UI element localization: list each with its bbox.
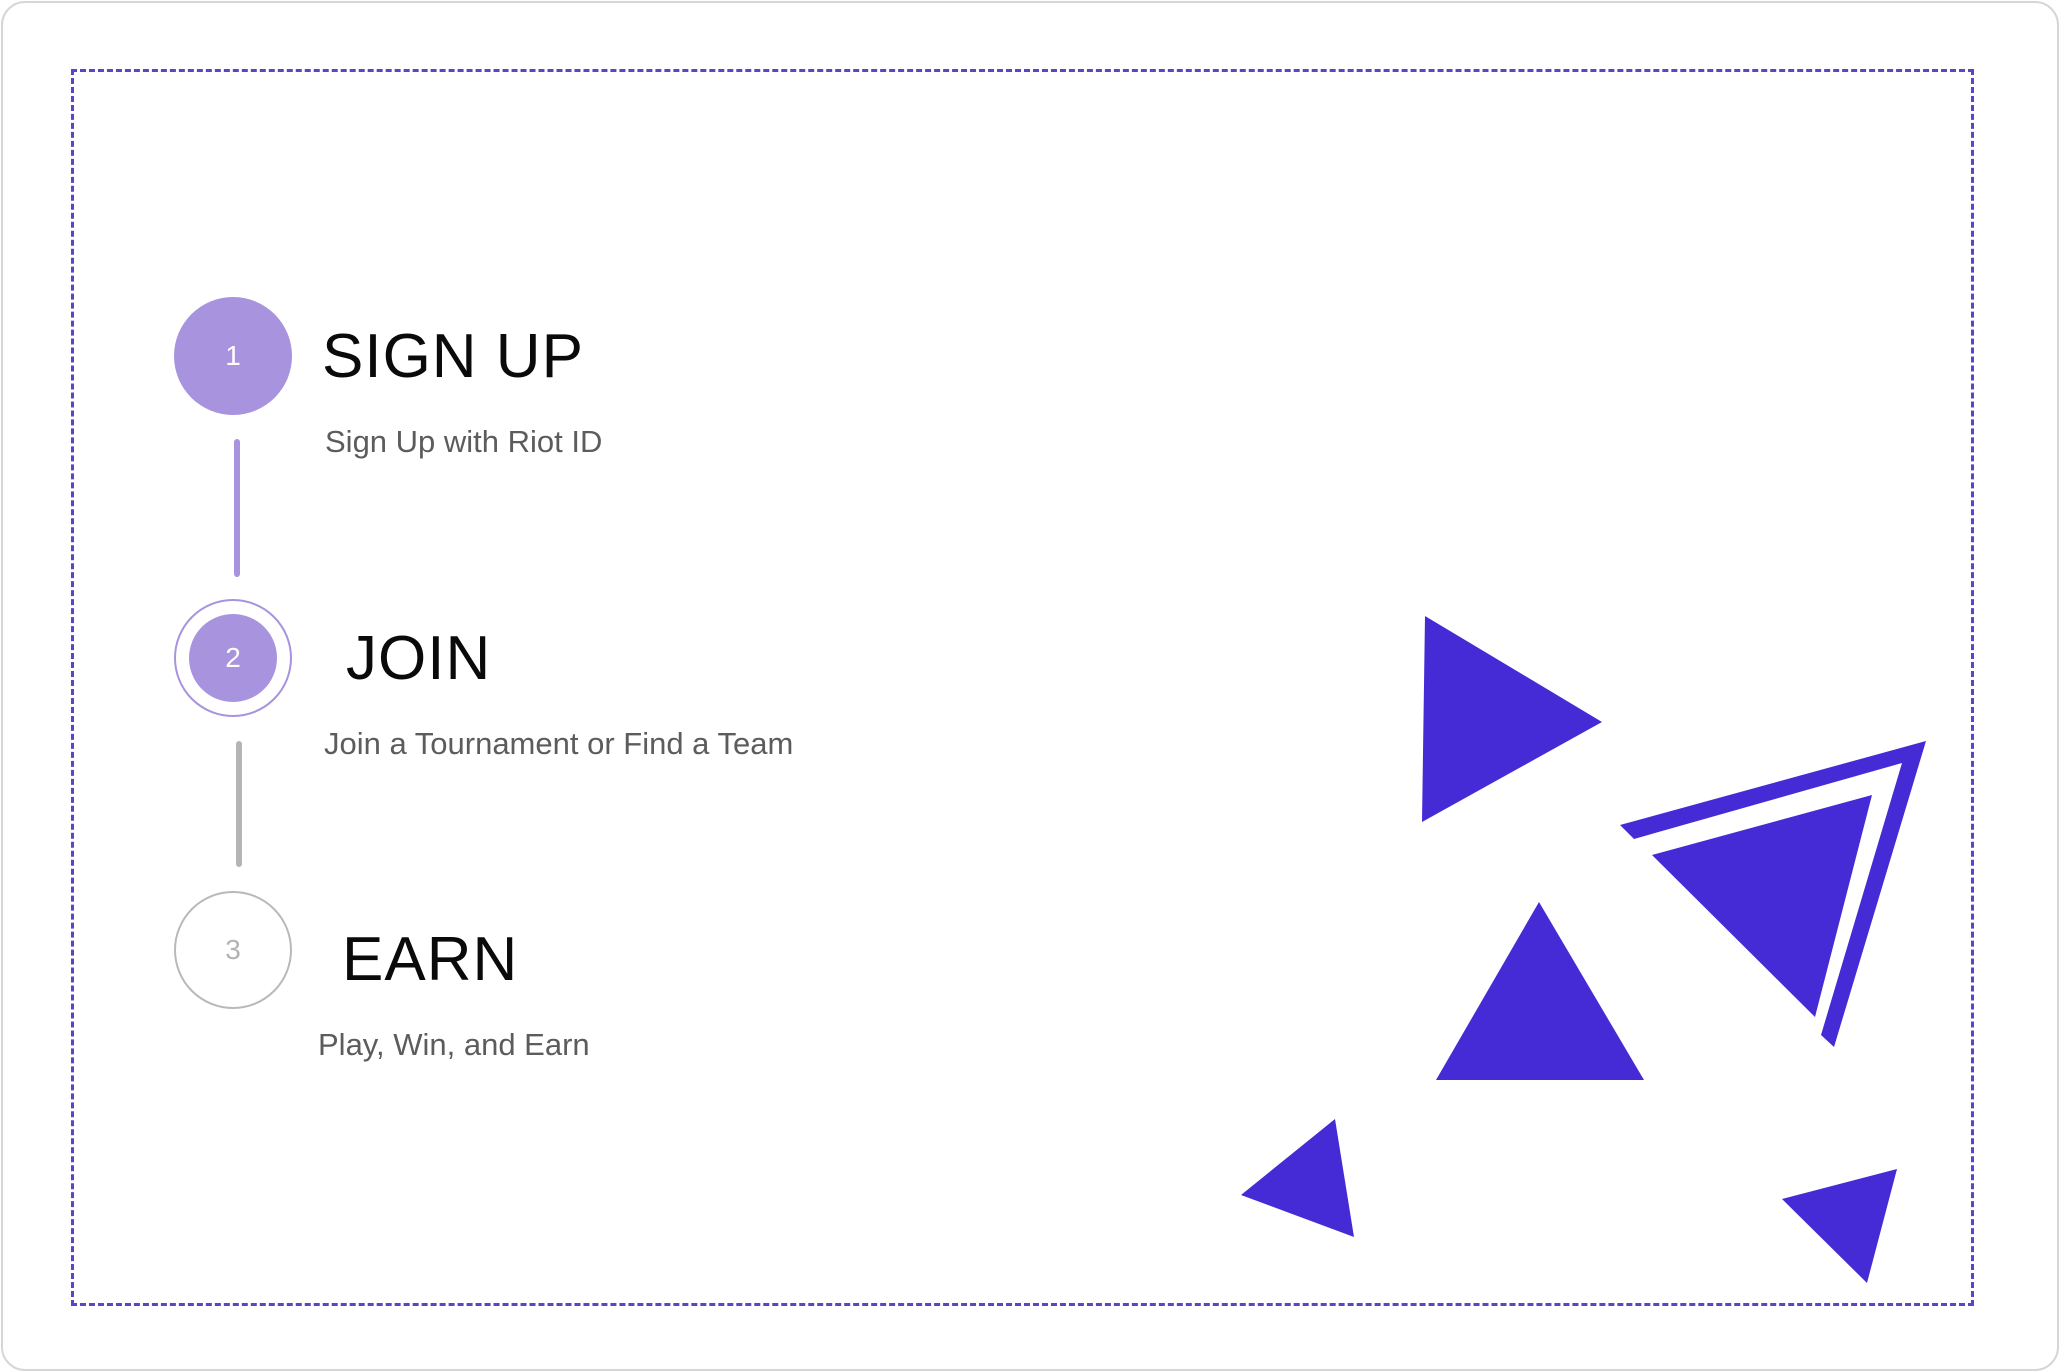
step-1-title: SIGN UP (322, 322, 584, 391)
step-1-description: Sign Up with Riot ID (325, 424, 603, 459)
step-2-description: Join a Tournament or Find a Team (324, 726, 794, 761)
step-2-title: JOIN (346, 624, 492, 693)
decorative-triangles-illustration (1241, 616, 1926, 1283)
step-1-number: 1 (225, 340, 241, 371)
step-2-badge: 2 (174, 599, 292, 717)
step-connector-1-2 (234, 439, 240, 577)
step-connector-2-3 (236, 741, 242, 867)
step-3-number: 3 (225, 934, 241, 965)
triangle-shape (1436, 902, 1644, 1080)
step-1-badge: 1 (174, 297, 292, 415)
step-3-description: Play, Win, and Earn (318, 1027, 590, 1062)
steps-card: 1 SIGN UP Sign Up with Riot ID 2 JOIN Jo… (1, 1, 2059, 1371)
triangle-shape (1422, 616, 1602, 822)
step-2-number: 2 (225, 642, 241, 673)
triangle-shape (1241, 1119, 1354, 1237)
step-3-title: EARN (342, 925, 519, 994)
triangle-shape (1782, 1169, 1897, 1283)
step-3-badge: 3 (174, 891, 292, 1009)
step-2-inner-dot: 2 (189, 614, 277, 702)
